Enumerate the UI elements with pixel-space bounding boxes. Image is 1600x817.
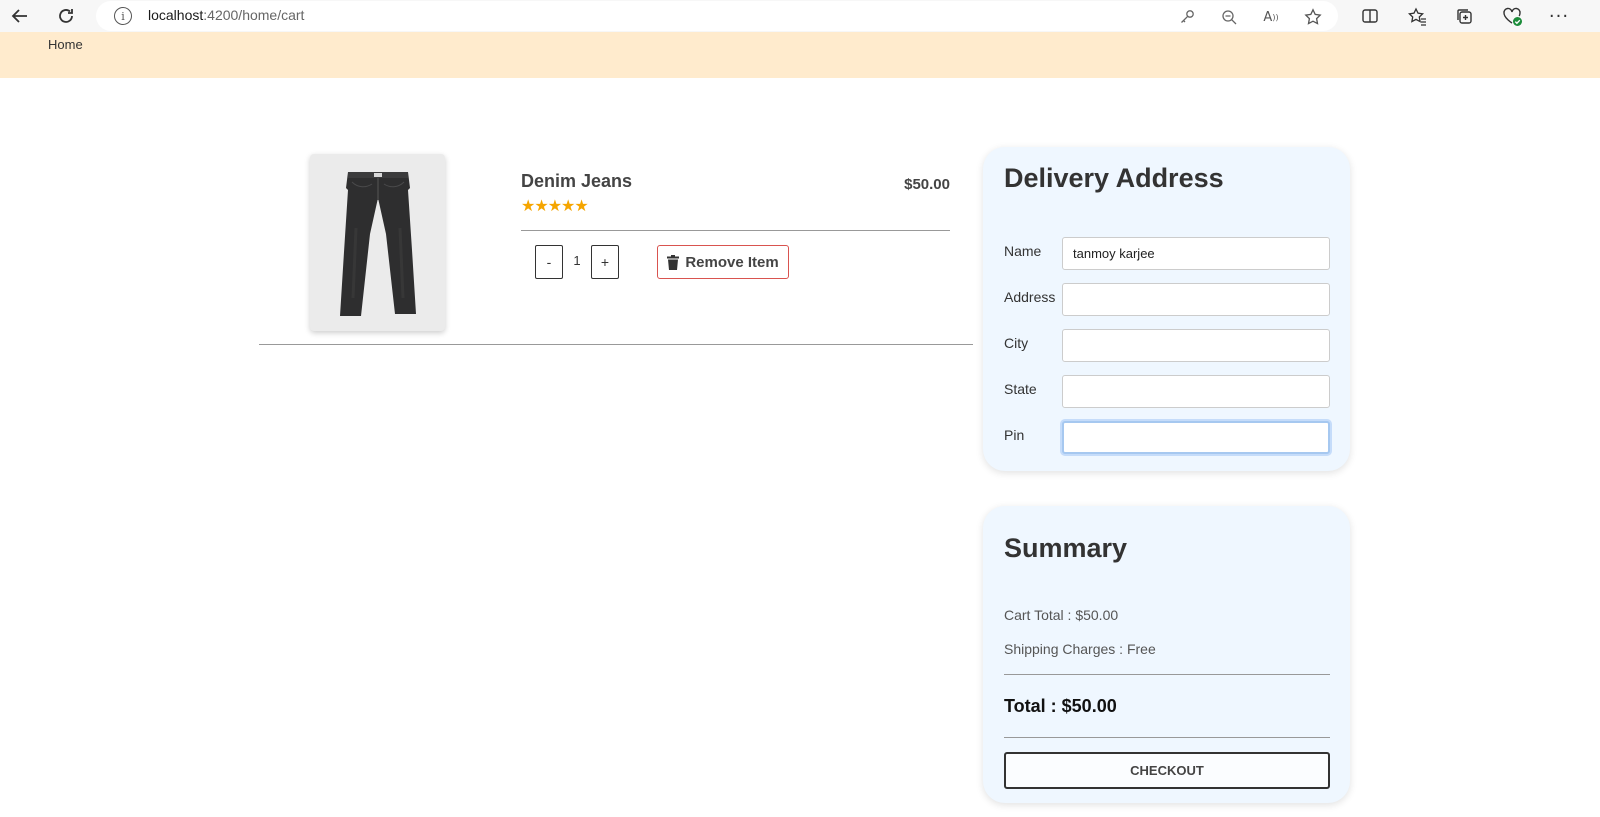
favorites-icon[interactable] xyxy=(1405,4,1429,28)
shipping-charges-text: Shipping Charges : Free xyxy=(1004,641,1156,657)
url-text: localhost:4200/home/cart xyxy=(148,7,304,23)
pin-field[interactable] xyxy=(1062,421,1330,454)
cart-total-text: Cart Total : $50.00 xyxy=(1004,607,1119,623)
delivery-title: Delivery Address xyxy=(1004,163,1224,193)
split-screen-icon[interactable] xyxy=(1358,4,1382,28)
back-icon[interactable] xyxy=(8,4,32,28)
url-host: localhost xyxy=(148,7,204,23)
product-image xyxy=(310,154,445,331)
favorite-star-icon[interactable] xyxy=(1302,6,1324,28)
home-link[interactable]: Home xyxy=(48,37,83,52)
name-label: Name xyxy=(1004,243,1042,259)
quantity-value: 1 xyxy=(573,253,581,268)
cart-divider xyxy=(259,344,973,345)
jeans-image xyxy=(339,171,416,316)
collections-icon[interactable] xyxy=(1452,4,1476,28)
summary-title: Summary xyxy=(1004,533,1128,563)
trash-icon xyxy=(667,254,680,270)
summary-divider-top xyxy=(1004,674,1330,675)
summary-card: Summary Cart Total : $50.00 Shipping Cha… xyxy=(983,506,1350,803)
city-label: City xyxy=(1004,335,1029,351)
item-divider xyxy=(521,230,950,231)
more-icon[interactable]: ··· xyxy=(1547,4,1571,28)
remove-item-button[interactable]: Remove Item xyxy=(657,245,789,279)
product-price: $50.00 xyxy=(904,176,950,193)
state-label: State xyxy=(1004,381,1037,397)
browser-essentials-icon[interactable] xyxy=(1500,4,1524,28)
address-label: Address xyxy=(1004,289,1056,305)
checkout-button[interactable]: CHECKOUT xyxy=(1004,752,1330,789)
rating-stars: ★★★★★ xyxy=(521,196,589,215)
url-path: :4200/home/cart xyxy=(203,7,305,23)
address-bar[interactable]: i localhost:4200/home/cart A)) xyxy=(96,1,1338,31)
product-name[interactable]: Denim Jeans xyxy=(521,171,632,192)
delivery-address-card: Delivery Address Name Address City State… xyxy=(983,147,1350,471)
city-field[interactable] xyxy=(1062,329,1330,362)
increment-button[interactable]: + xyxy=(591,245,619,279)
info-icon[interactable]: i xyxy=(114,7,132,25)
read-aloud-icon[interactable]: A)) xyxy=(1260,6,1282,28)
refresh-icon[interactable] xyxy=(54,4,78,28)
state-field[interactable] xyxy=(1062,375,1330,408)
browser-toolbar: i localhost:4200/home/cart A)) ··· xyxy=(0,0,1600,32)
pin-label: Pin xyxy=(1004,427,1025,443)
decrement-button[interactable]: - xyxy=(535,245,563,279)
remove-item-label: Remove Item xyxy=(685,253,779,271)
summary-total: Total : $50.00 xyxy=(1004,696,1117,716)
app-header: Home xyxy=(0,32,1600,78)
address-field[interactable] xyxy=(1062,283,1330,316)
zoom-out-icon[interactable] xyxy=(1218,6,1240,28)
key-icon[interactable] xyxy=(1176,6,1198,28)
summary-divider-bottom xyxy=(1004,737,1330,738)
name-field[interactable] xyxy=(1062,237,1330,270)
